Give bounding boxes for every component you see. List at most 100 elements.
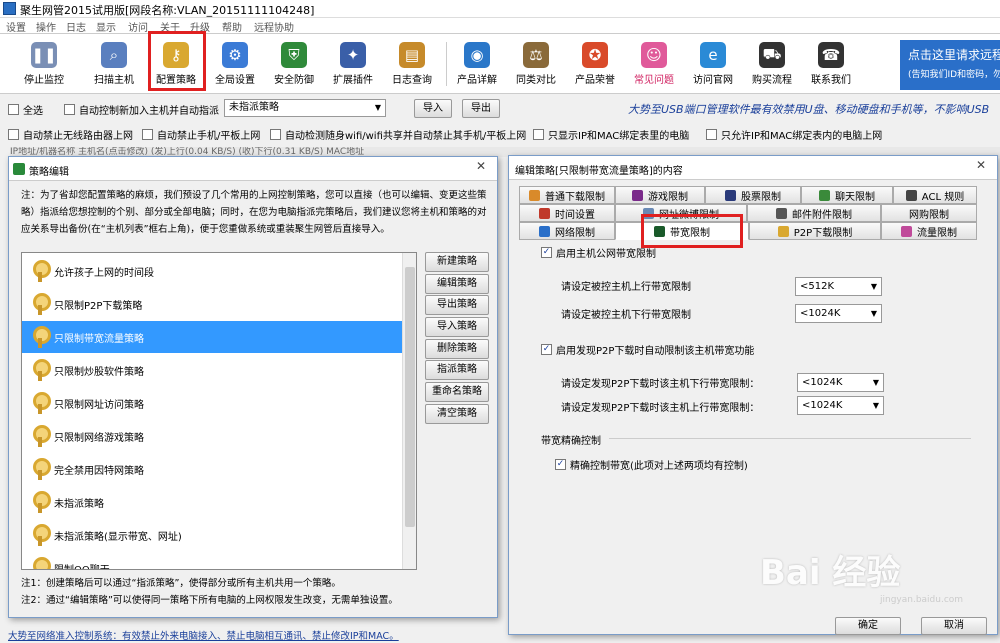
menu-log[interactable]: 日志: [66, 19, 86, 34]
title-bar: 聚生网管2015试用版[网段名称:VLAN_20151111104248]: [0, 0, 1000, 18]
block-mobile-checkbox[interactable]: 自动禁止手机/平板上网: [142, 127, 260, 142]
list-item[interactable]: 只限制炒股软件策略: [22, 354, 404, 386]
policy-editor-titlebar: 策略编辑 ✕: [9, 157, 497, 181]
delete-policy-button[interactable]: 删除策略: [425, 339, 489, 359]
tab-traffic[interactable]: 流量限制: [881, 222, 977, 240]
tab-network[interactable]: 网络限制: [519, 222, 615, 240]
p2p-icon: [777, 225, 789, 237]
tab-p2p-download[interactable]: P2P下载限制: [749, 222, 881, 240]
p2p-upload-limit-select[interactable]: <1024K ▼: [797, 396, 884, 415]
option-row: 自动禁止无线路由器上网 自动禁止手机/平板上网 自动检测随身wifi/wifi共…: [0, 122, 1000, 144]
edit-policy-button[interactable]: 编辑策略: [425, 274, 489, 294]
tab-stock[interactable]: 股票限制: [705, 186, 801, 204]
menu-remote-assist[interactable]: 远程协助: [254, 19, 294, 34]
chevron-down-icon: ▼: [870, 309, 877, 318]
log-query-button[interactable]: ▤ 日志查询: [382, 38, 442, 90]
key-icon: [32, 557, 51, 569]
list-item[interactable]: 允许孩子上网的时间段: [22, 255, 404, 287]
tab-acl[interactable]: ACL 规则: [893, 186, 977, 204]
key-icon: [32, 359, 51, 381]
mail-icon: [776, 207, 787, 219]
stock-icon: [725, 189, 736, 201]
tab-chat[interactable]: 聊天限制: [801, 186, 893, 204]
precise-control-checkbox[interactable]: ✓ 精确控制带宽(此项对上述两项均有控制): [555, 457, 748, 472]
menu-access[interactable]: 访问: [128, 19, 148, 34]
tab-time[interactable]: 时间设置: [519, 204, 615, 222]
upload-limit-select[interactable]: <512K ▼: [795, 277, 882, 296]
clear-policy-button[interactable]: 清空策略: [425, 404, 489, 424]
stop-monitor-button[interactable]: ❚❚ 停止监控: [14, 38, 74, 90]
product-honor-button[interactable]: ✪ 产品荣誉: [565, 38, 625, 90]
purchase-button[interactable]: ⛟ 购买流程: [742, 38, 802, 90]
close-icon[interactable]: ✕: [971, 158, 991, 176]
list-item[interactable]: 未指派策略: [22, 486, 404, 518]
scan-host-button[interactable]: ⌕ 扫描主机: [84, 38, 144, 90]
contact-button[interactable]: ☎ 联系我们: [801, 38, 861, 90]
block-wireless-router-checkbox[interactable]: 自动禁止无线路由器上网: [8, 127, 133, 142]
allow-bound-only-checkbox[interactable]: 只允许IP和MAC绑定表内的电脑上网: [706, 127, 882, 142]
usb-slogan-link[interactable]: 大势至USB端口管理软件最有效禁用U盘、移动硬盘和手机等，不影响USB: [628, 101, 989, 117]
tab-mail-attachment[interactable]: 邮件附件限制: [747, 204, 881, 222]
menu-settings[interactable]: 设置: [6, 19, 26, 34]
import-button[interactable]: 导入: [414, 99, 452, 118]
key-icon: [32, 458, 51, 480]
edit-policy-dialog: 编辑策略[只限制带宽流量策略]的内容 ✕ 普通下载限制 游戏限制 股票限制 聊天…: [508, 155, 998, 635]
list-item[interactable]: 只限制网络游戏策略: [22, 420, 404, 452]
export-policy-button[interactable]: 导出策略: [425, 295, 489, 315]
import-policy-button[interactable]: 导入策略: [425, 317, 489, 337]
tab-game[interactable]: 游戏限制: [615, 186, 705, 204]
ok-button[interactable]: 确定: [835, 617, 901, 635]
list-item[interactable]: 只限制P2P下载策略: [22, 288, 404, 320]
remote-assist-banner[interactable]: 点击这里请求远程 (告知我们ID和密码，勿: [900, 40, 1000, 90]
scrollbar-thumb[interactable]: [405, 267, 415, 527]
global-settings-button[interactable]: ⚙ 全局设置: [205, 38, 265, 90]
list-item[interactable]: 限制QQ聊天: [22, 552, 404, 569]
menu-operation[interactable]: 操作: [36, 19, 56, 34]
policy-list[interactable]: 允许孩子上网的时间段 只限制P2P下载策略 只限制带宽流量策略 只限制炒股软件策…: [21, 252, 417, 570]
ie-icon: e: [700, 42, 726, 68]
cancel-button[interactable]: 取消: [921, 617, 987, 635]
menu-help[interactable]: 帮助: [222, 19, 242, 34]
new-policy-button[interactable]: 新建策略: [425, 252, 489, 272]
list-item[interactable]: 未指派策略(显示带宽、网址): [22, 519, 404, 551]
export-button[interactable]: 导出: [462, 99, 500, 118]
tab-normal-download[interactable]: 普通下载限制: [519, 186, 615, 204]
game-icon: [632, 189, 643, 201]
select-all-checkbox[interactable]: 全选: [8, 102, 43, 117]
faq-button[interactable]: ☺ 常见问题: [624, 38, 684, 90]
list-item[interactable]: 完全禁用因特网策略: [22, 453, 404, 485]
chat-icon: [819, 189, 830, 201]
bottom-ad-link[interactable]: 大势至网络准入控制系统：有效禁止外来电脑接入、禁止电脑相互通讯、禁止修改IP和M…: [8, 628, 399, 642]
menu-display[interactable]: 显示: [96, 19, 116, 34]
key-icon: [32, 392, 51, 414]
chevron-down-icon: ▼: [872, 401, 879, 410]
assign-policy-button[interactable]: 指派策略: [425, 360, 489, 380]
product-detail-button[interactable]: ◉ 产品详解: [447, 38, 507, 90]
rename-policy-button[interactable]: 重命名策略: [425, 382, 489, 402]
policy-select[interactable]: 未指派策略 ▼: [224, 99, 386, 117]
list-item-selected[interactable]: 只限制带宽流量策略: [22, 321, 404, 353]
extension-plugin-button[interactable]: ✦ 扩展插件: [323, 38, 383, 90]
baidu-watermark-sub: jingyan.baidu.com: [880, 595, 964, 605]
list-item[interactable]: 只限制网址访问策略: [22, 387, 404, 419]
p2p-download-limit-select[interactable]: <1024K ▼: [797, 373, 884, 392]
security-defense-button[interactable]: ⛨ 安全防御: [264, 38, 324, 90]
policy-notes: 注1：创建策略后可以通过“指派策略”，使得部分或所有主机共用一个策略。 注2：通…: [21, 578, 398, 606]
phone-icon: ☎: [818, 42, 844, 68]
close-icon[interactable]: ✕: [471, 159, 491, 177]
compare-button[interactable]: ⚖ 同类对比: [506, 38, 566, 90]
detect-portable-wifi-checkbox[interactable]: 自动检测随身wifi/wifi共享并自动禁止其手机/平板上网: [270, 127, 526, 142]
pause-icon: ❚❚: [31, 42, 57, 68]
enable-p2p-limit-checkbox[interactable]: ✓ 启用发现P2P下载时自动限制该主机带宽功能: [541, 342, 754, 357]
log-icon: ▤: [399, 42, 425, 68]
cart-icon: ⛟: [759, 42, 785, 68]
download-limit-select[interactable]: <1024K ▼: [795, 304, 882, 323]
list-scrollbar[interactable]: [402, 253, 416, 569]
tab-online-shopping[interactable]: 网购限制: [881, 204, 977, 222]
p2p-download-limit-label: 请设定发现P2P下载时该主机下行带宽限制：: [561, 379, 760, 390]
key-icon: [32, 524, 51, 546]
auto-control-checkbox[interactable]: 自动控制新加入主机并自动指派: [64, 102, 219, 117]
official-site-button[interactable]: e 访问官网: [683, 38, 743, 90]
show-bound-only-checkbox[interactable]: 只显示IP和MAC绑定表里的电脑: [533, 127, 689, 142]
enable-public-bandwidth-checkbox[interactable]: ✓ 启用主机公网带宽限制: [541, 245, 656, 260]
